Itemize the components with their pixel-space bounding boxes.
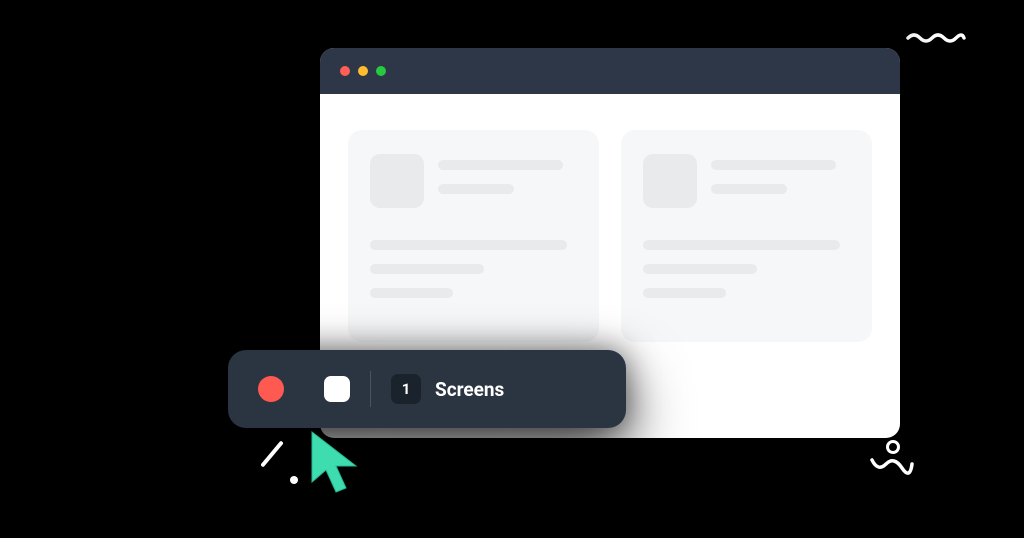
divider — [370, 371, 371, 407]
ring-decoration-icon — [886, 440, 900, 454]
placeholder-thumbnail — [370, 154, 424, 208]
screen-count-badge: 1 — [391, 374, 421, 404]
placeholder-line — [438, 160, 563, 170]
dot-decoration-icon — [290, 476, 298, 484]
close-window-button[interactable] — [340, 66, 350, 76]
window-content — [320, 94, 900, 378]
screens-label: Screens — [435, 378, 504, 401]
content-card — [348, 130, 599, 342]
placeholder-line — [438, 184, 514, 194]
minimize-window-button[interactable] — [358, 66, 368, 76]
placeholder-line — [370, 240, 567, 250]
squiggle-decoration-icon — [906, 30, 966, 44]
maximize-window-button[interactable] — [376, 66, 386, 76]
recording-toolbar: 1 Screens — [228, 350, 626, 428]
placeholder-line — [370, 264, 484, 274]
window-titlebar — [320, 48, 900, 94]
content-card — [621, 130, 872, 342]
cursor-icon — [308, 428, 362, 498]
placeholder-line — [643, 240, 840, 250]
line-decoration-icon — [260, 440, 284, 467]
placeholder-line — [643, 264, 757, 274]
placeholder-thumbnail — [643, 154, 697, 208]
placeholder-line — [643, 288, 726, 298]
record-button[interactable] — [258, 376, 284, 402]
squiggle-decoration-icon — [868, 454, 916, 484]
placeholder-line — [370, 288, 453, 298]
placeholder-line — [711, 184, 787, 194]
placeholder-line — [711, 160, 836, 170]
stop-button[interactable] — [324, 376, 350, 402]
